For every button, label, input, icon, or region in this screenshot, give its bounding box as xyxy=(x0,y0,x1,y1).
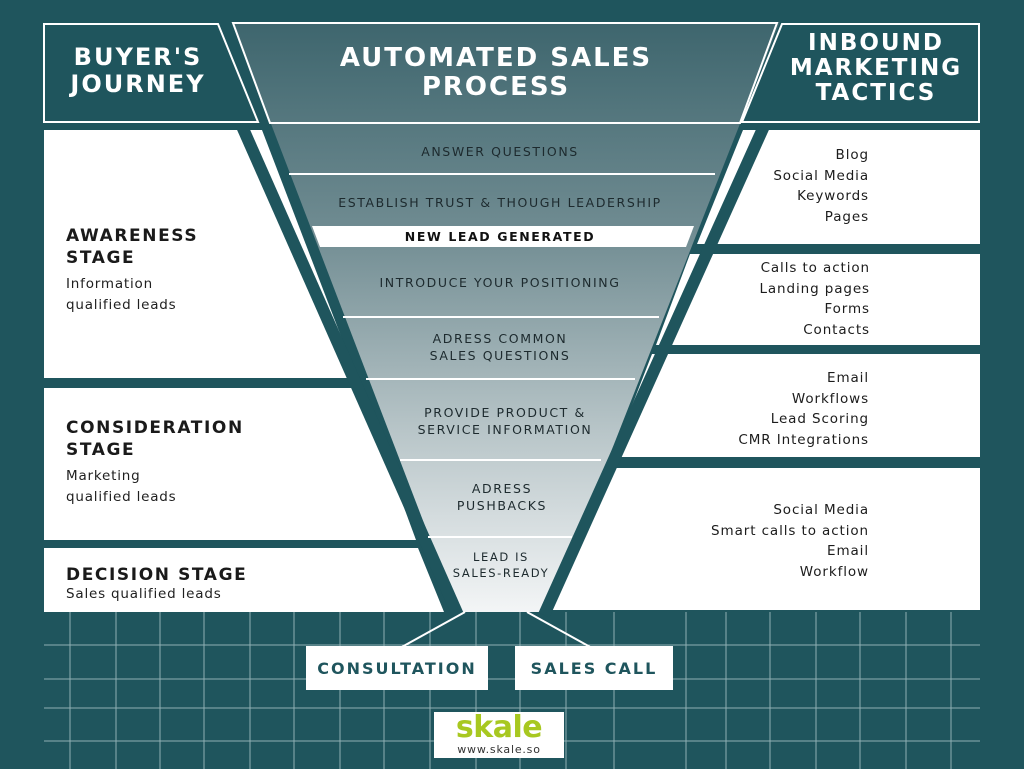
tactic-item: Forms xyxy=(824,301,870,318)
funnel-step-product-information: PROVIDE PRODUCT & SERVICE INFORMATION xyxy=(305,405,705,438)
step-line: PUSHBACKS xyxy=(456,497,548,513)
consideration-stage: CONSIDERATION STAGE Marketing qualified … xyxy=(66,417,244,508)
inbound-tactics-line-2: MARKETING xyxy=(789,54,963,81)
consideration-sub-line-2: qualified leads xyxy=(66,489,177,506)
tactics-list-2: Calls to action Landing pages Forms Cont… xyxy=(759,258,870,340)
decision-title-line-1: DECISION STAGE xyxy=(66,565,248,585)
sales-call-label: SALES CALL xyxy=(530,658,658,678)
tactic-item: Calls to action xyxy=(760,260,870,276)
tactic-item: Lead Scoring xyxy=(770,411,869,428)
connector-sales-call xyxy=(526,611,593,649)
inbound-tactics-line-1: INBOUND xyxy=(808,30,944,56)
tactics-list-3: Email Workflows Lead Scoring CMR Integra… xyxy=(738,368,869,450)
connector-consultation xyxy=(399,611,466,649)
step-line: ANSWER QUESTIONS xyxy=(421,144,579,159)
buyers-journey-title: BUYER'S JOURNEY xyxy=(48,44,228,98)
step-line: NEW LEAD GENERATED xyxy=(404,229,596,244)
diagram-canvas xyxy=(43,22,980,769)
skale-logo: skale www.skale.so xyxy=(434,712,564,758)
awareness-sub-line-1: Information xyxy=(66,276,153,293)
buyers-journey-line-1: BUYER'S xyxy=(73,43,203,71)
sales-process-line-2: PROCESS xyxy=(421,72,571,103)
logo-url: www.skale.so xyxy=(457,742,541,756)
tactic-item: Keywords xyxy=(797,188,869,205)
sales-process-title: AUTOMATED SALES PROCESS xyxy=(290,43,702,103)
tactic-item: Workflow xyxy=(799,563,869,580)
logo-wordmark: skale xyxy=(455,709,543,745)
awareness-stage-title: AWARENESS STAGE xyxy=(66,225,198,269)
step-line: SALES-READY xyxy=(452,566,550,580)
consideration-stage-title: CONSIDERATION STAGE xyxy=(66,417,244,461)
buyers-journey-line-2: JOURNEY xyxy=(70,69,206,98)
inbound-tactics-title: INBOUND MARKETING TACTICS xyxy=(770,31,982,105)
decision-stage-title: DECISION STAGE xyxy=(66,564,247,586)
sales-call-box: SALES CALL xyxy=(515,646,673,690)
decision-stage-subtitle: Sales qualified leads xyxy=(66,585,247,604)
sales-process-line-1: AUTOMATED SALES xyxy=(339,43,653,73)
inbound-tactics-line-3: TACTICS xyxy=(815,79,937,106)
step-line: SALES QUESTIONS xyxy=(429,347,571,363)
step-line: INTRODUCE YOUR POSITIONING xyxy=(379,275,621,290)
funnel-step-establish-trust: ESTABLISH TRUST & THOUGH LEADERSHIP xyxy=(300,195,700,212)
decision-sub-line-1: Sales qualified leads xyxy=(66,586,222,603)
consultation-label: CONSULTATION xyxy=(317,658,477,678)
tactic-item: Workflows xyxy=(791,390,869,407)
step-line: ADRESS xyxy=(471,481,533,496)
tactic-item: Landing pages xyxy=(759,280,870,297)
awareness-stage-subtitle: Information qualified leads xyxy=(66,274,198,316)
step-line: PROVIDE PRODUCT & xyxy=(424,405,586,420)
awareness-sub-line-2: qualified leads xyxy=(66,297,177,314)
consideration-title-line-1: CONSIDERATION xyxy=(66,418,244,438)
step-line: LEAD IS xyxy=(473,550,529,564)
tactics-list-1: Blog Social Media Keywords Pages xyxy=(773,145,869,227)
step-line: ESTABLISH TRUST & THOUGH LEADERSHIP xyxy=(338,195,662,210)
tactic-item: Email xyxy=(827,543,869,560)
funnel-step-sales-ready: LEAD IS SALES-READY xyxy=(301,549,701,581)
consideration-stage-subtitle: Marketing qualified leads xyxy=(66,466,244,508)
tactics-list-4: Social Media Smart calls to action Email… xyxy=(711,500,869,582)
awareness-title-line-2: STAGE xyxy=(66,248,136,269)
decision-stage: DECISION STAGE Sales qualified leads xyxy=(66,564,247,604)
tactic-item: Blog xyxy=(835,147,869,163)
funnel-step-answer-questions: ANSWER QUESTIONS xyxy=(300,144,700,161)
step-line: SERVICE INFORMATION xyxy=(417,421,593,437)
funnel-step-common-sales-questions: ADRESS COMMON SALES QUESTIONS xyxy=(300,331,700,364)
step-line: ADRESS COMMON xyxy=(432,331,568,346)
funnel-step-pushbacks: ADRESS PUSHBACKS xyxy=(302,481,702,514)
funnel-step-introduce-positioning: INTRODUCE YOUR POSITIONING xyxy=(300,275,700,292)
awareness-stage: AWARENESS STAGE Information qualified le… xyxy=(66,225,198,316)
tactic-item: CMR Integrations xyxy=(738,431,869,448)
awareness-title-line-1: AWARENESS xyxy=(66,226,199,246)
consideration-title-line-2: STAGE xyxy=(66,440,136,461)
tactic-item: Email xyxy=(827,370,869,386)
tactic-item: Social Media xyxy=(773,167,869,184)
funnel-step-new-lead-generated: NEW LEAD GENERATED xyxy=(300,229,700,246)
tactic-item: Smart calls to action xyxy=(711,522,869,539)
tactic-item: Contacts xyxy=(803,321,870,338)
tactic-item: Pages xyxy=(824,208,869,225)
tactic-item: Social Media xyxy=(773,502,869,518)
consideration-sub-line-1: Marketing xyxy=(66,468,141,485)
consultation-box: CONSULTATION xyxy=(306,646,488,690)
